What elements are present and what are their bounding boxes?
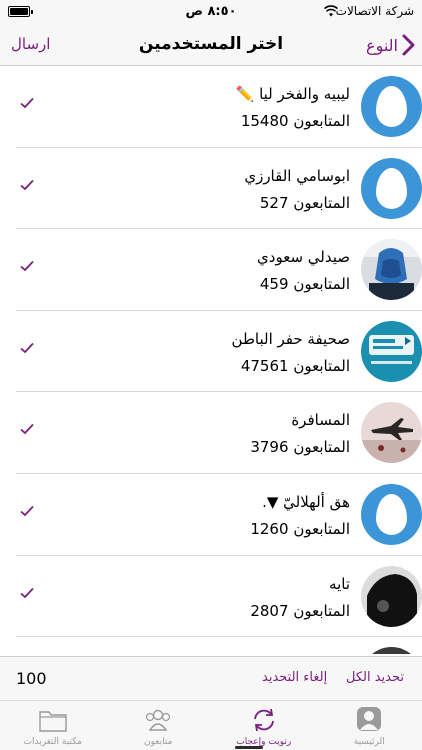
checkmark-icon: [20, 261, 34, 272]
back-button[interactable]: النوع: [366, 31, 416, 59]
user-name: هق ألهلاليّ ▼.: [262, 492, 350, 511]
checkmark-icon: [20, 179, 34, 190]
checkmark-icon: [20, 587, 34, 598]
avatar-logo-hafr-albatin: [361, 320, 422, 382]
avatar-default-egg: [361, 483, 422, 545]
user-name: صحيفة حفر الباطن: [231, 329, 350, 348]
user-name: تايه: [329, 574, 350, 593]
page-title: اختر المستخدمين: [138, 34, 284, 54]
followers-count: المتابعون 527: [259, 193, 350, 212]
avatar-photo-blue-scarf: [361, 239, 422, 301]
cancel-selection-button[interactable]: إلغاء التحديد: [262, 670, 327, 685]
checkmark-icon: [20, 342, 34, 354]
user-row[interactable]: تايه المتابعون 2807: [16, 556, 422, 638]
user-row[interactable]: ابوسامي القارزي المتابعون 527: [16, 148, 422, 230]
carrier-name: شركة الاتصالات: [335, 4, 414, 18]
user-row[interactable]: صيدلي سعودي المتابعون 459: [16, 229, 422, 311]
checkmark-icon: [20, 424, 34, 435]
avatar-photo-dark-silhouette: [361, 565, 422, 627]
back-button-label: النوع: [366, 35, 398, 55]
tab-label: الرئيسية: [353, 737, 385, 747]
user-name: المسافرة: [291, 411, 350, 430]
avatar-default-egg: [361, 76, 422, 137]
folder-icon: [39, 711, 67, 732]
select-all-button[interactable]: تحديد الكل: [346, 670, 404, 685]
tab-home[interactable]: الرئيسية: [317, 701, 422, 750]
followers-count: المتابعون 47561: [240, 356, 350, 375]
user-row[interactable]: المسافرة المتابعون 3796: [16, 392, 422, 474]
user-row[interactable]: هق ألهلاليّ ▼. المتابعون 1260: [16, 474, 422, 556]
tab-retweets-likes[interactable]: رتويت وإعجاب: [211, 701, 317, 750]
followers-count: المتابعون 15480: [240, 112, 350, 130]
tab-bar: الرئيسية رتويت وإعجاب متابعون مكتبة التغ…: [0, 700, 422, 750]
selected-count: 100: [16, 669, 47, 688]
tab-label: متابعون: [144, 737, 173, 747]
tab-followers[interactable]: متابعون: [106, 701, 212, 750]
user-row-partial[interactable]: [16, 637, 422, 654]
tab-label: مكتبة التغريدات: [23, 737, 82, 747]
user-name: صيدلي سعودي: [257, 248, 350, 267]
followers-count: المتابعون 1260: [250, 519, 350, 538]
user-row[interactable]: صحيفة حفر الباطن المتابعون 47561: [16, 311, 422, 393]
checkmark-icon: [20, 97, 34, 109]
user-name: ليبيه والفخر ليا ✏️: [235, 85, 350, 103]
home-indicator: [235, 746, 263, 749]
profile-icon: [357, 707, 382, 731]
avatar-photo-airplane: [361, 402, 422, 464]
tab-label: رتويت وإعجاب: [236, 737, 292, 747]
avatar-default-egg: [361, 157, 422, 219]
followers-icon: [146, 709, 171, 731]
followers-count: المتابعون 3796: [250, 438, 350, 457]
followers-count: المتابعون 2807: [250, 601, 350, 620]
tab-tweet-library[interactable]: مكتبة التغريدات: [0, 701, 106, 750]
avatar-photo-partial: [361, 647, 422, 654]
retweet-icon: [253, 708, 274, 732]
user-name: ابوسامي القارزي: [244, 166, 350, 185]
user-row[interactable]: ليبيه والفخر ليا ✏️ المتابعون 15480: [16, 66, 422, 148]
checkmark-icon: [20, 505, 34, 517]
followers-count: المتابعون 459: [259, 275, 350, 294]
navigation-bar: ارسال اختر المستخدمين النوع: [0, 24, 422, 66]
user-list: ليبيه والفخر ليا ✏️ المتابعون 15480 ابوس…: [0, 66, 422, 654]
chevron-right-icon: [402, 34, 415, 56]
selection-bar: 100 إلغاء التحديد تحديد الكل: [0, 656, 422, 700]
status-bar: ٨:٥٠ ص شركة الاتصالات: [0, 0, 422, 24]
